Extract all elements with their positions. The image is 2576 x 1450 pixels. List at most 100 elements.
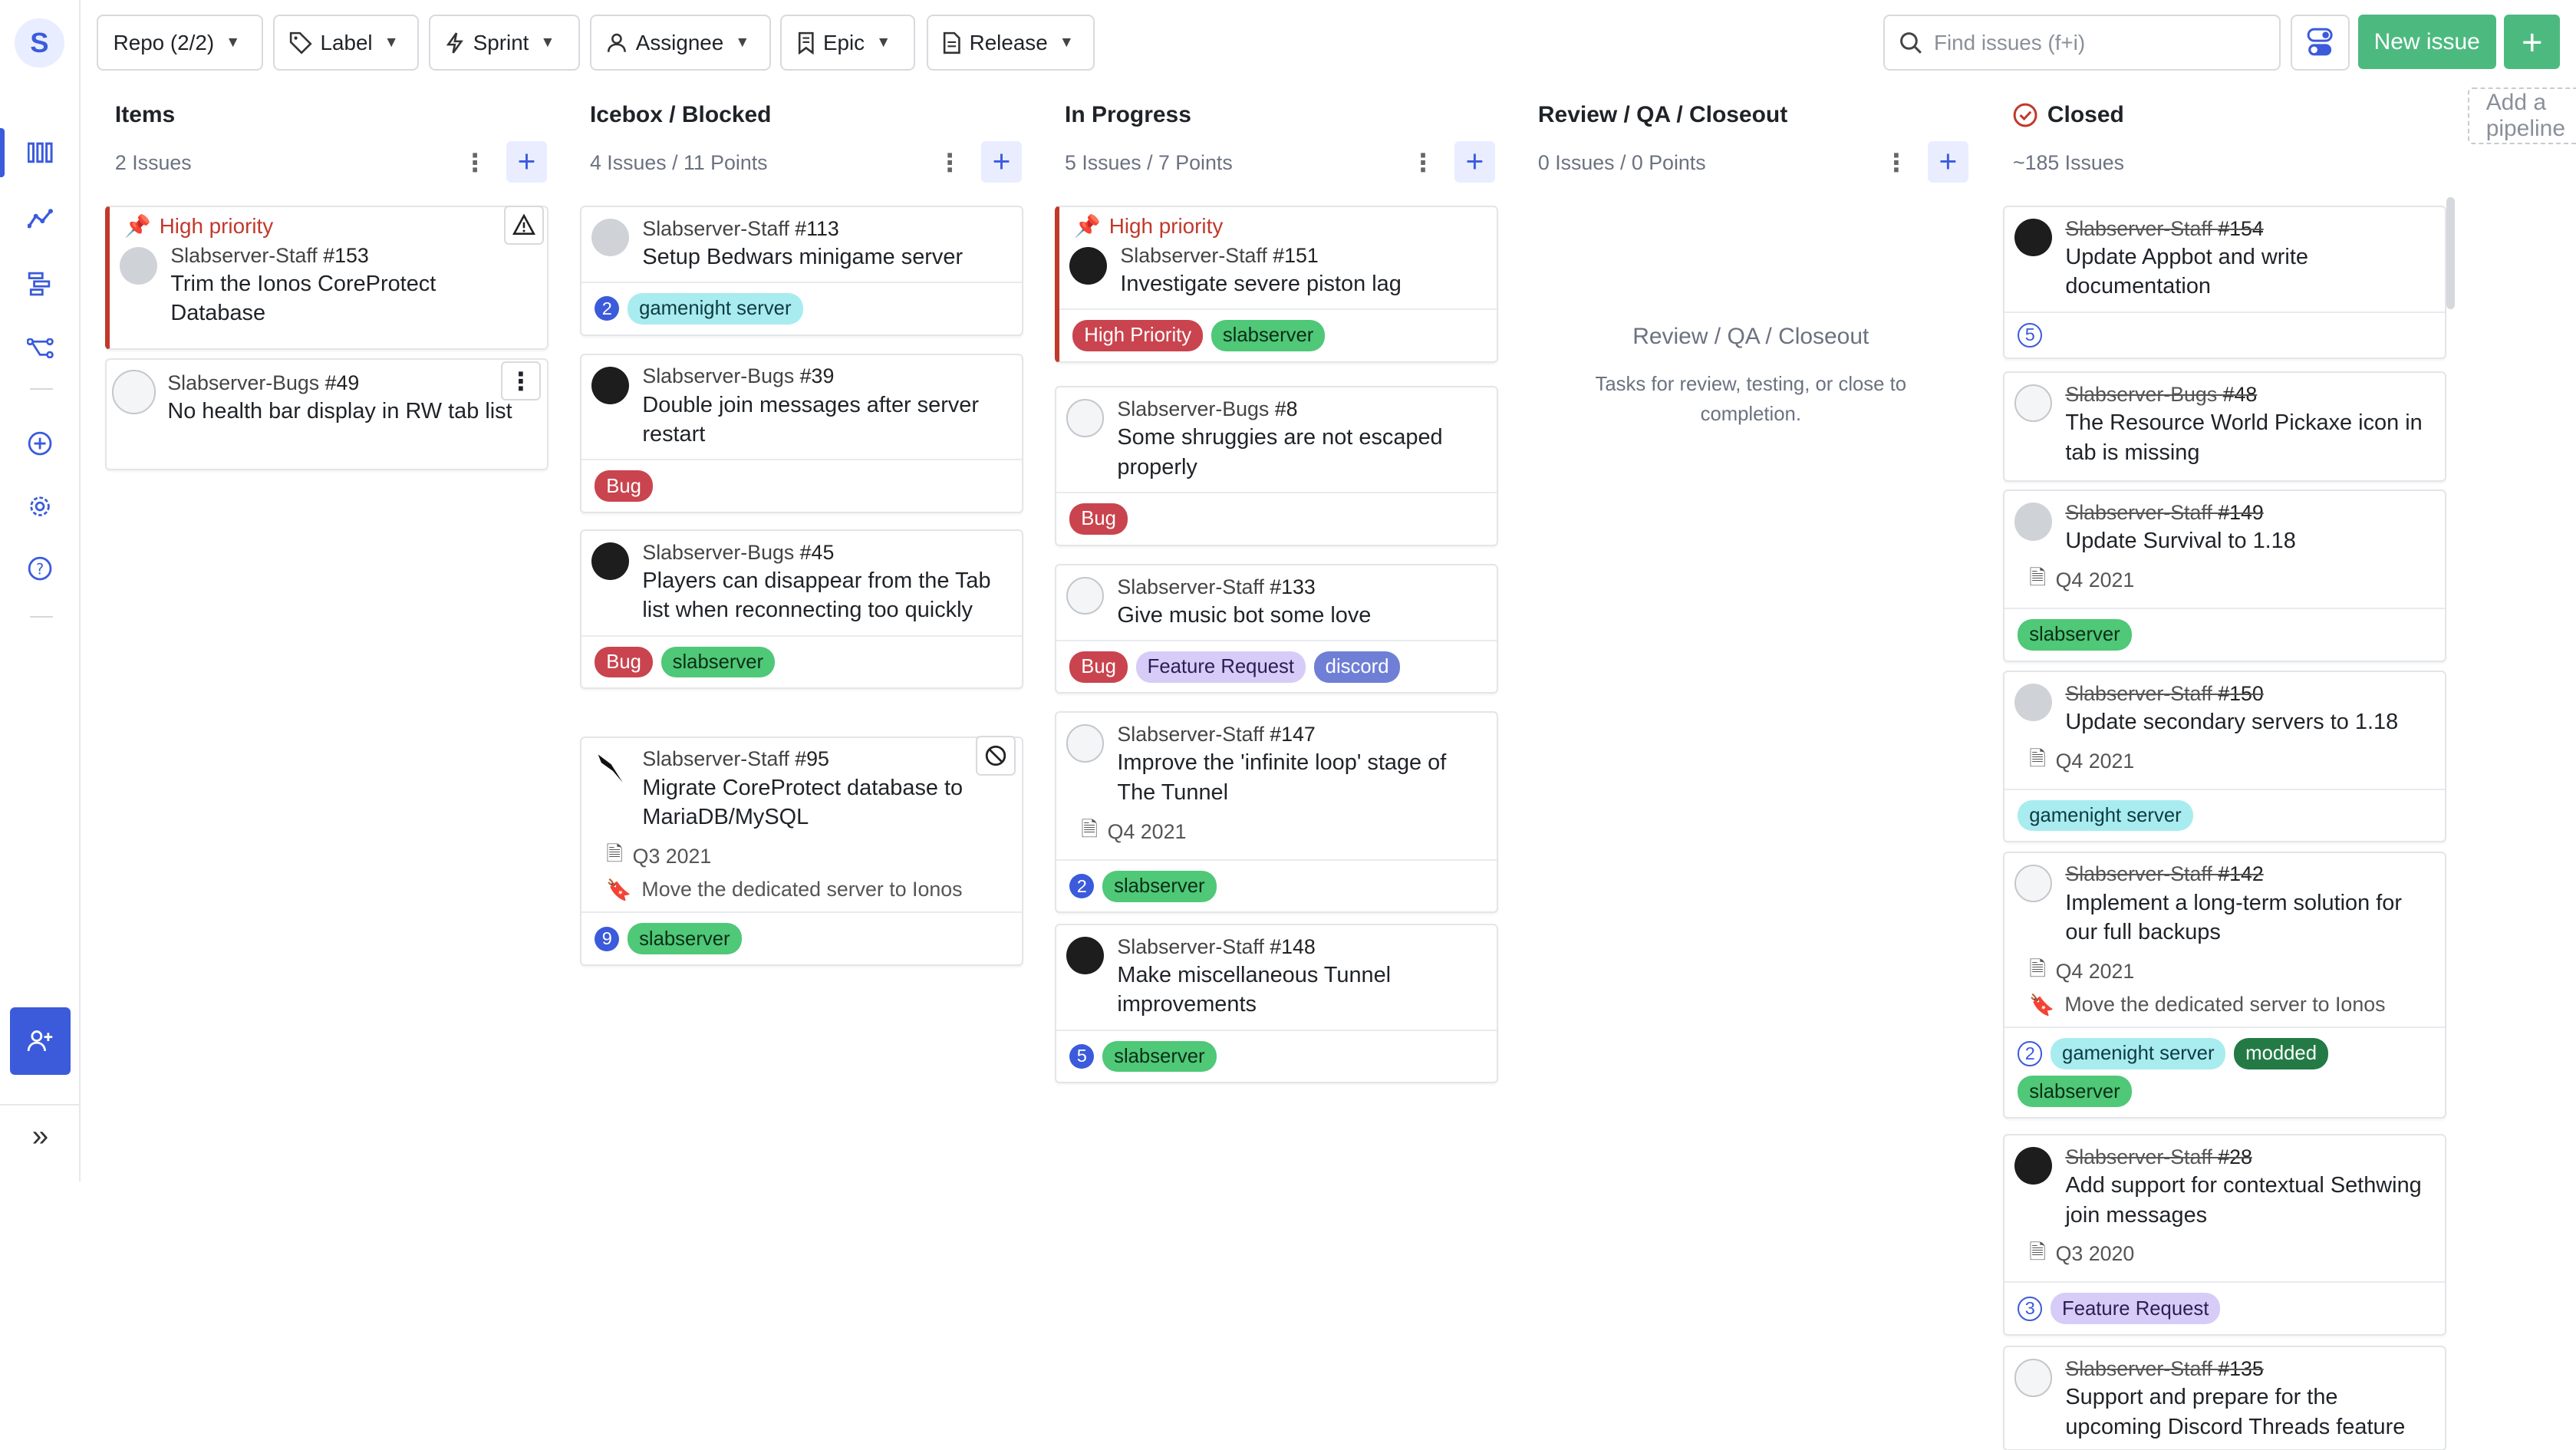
workspace-logo[interactable]: S	[15, 18, 64, 68]
pipeline-menu-icon[interactable]: ⋮	[1410, 148, 1436, 178]
issue-title[interactable]: Improve the 'infinite loop' stage of The…	[1117, 748, 1484, 807]
issue-ref[interactable]: Slabserver-Staff #149	[2065, 501, 2432, 525]
card-menu-icon[interactable]: ⋮	[501, 361, 541, 401]
issue-title[interactable]: Update secondary servers to 1.18	[2065, 707, 2432, 737]
label-badge[interactable]: Bug	[595, 470, 653, 502]
issue-card[interactable]: Slabserver-Bugs #48 The Resource World P…	[2003, 371, 2447, 483]
settings-gear-icon[interactable]	[0, 476, 81, 536]
issue-ref[interactable]: Slabserver-Staff #95	[642, 747, 1009, 771]
issue-card[interactable]: 📌 High priority Slabserver-Staff #151 Inv…	[1055, 205, 1499, 363]
new-issue-button[interactable]: New issue	[2357, 15, 2496, 69]
label-filter[interactable]: Label ▼	[272, 15, 420, 71]
label-badge[interactable]: Bug	[595, 646, 653, 678]
blocked-icon[interactable]	[976, 736, 1016, 776]
label-badge[interactable]: Bug	[1069, 651, 1128, 683]
assignee-filter[interactable]: Assignee ▼	[589, 15, 771, 71]
issue-ref[interactable]: Slabserver-Staff #133	[1117, 575, 1484, 599]
issue-title[interactable]: Migrate CoreProtect database to MariaDB/…	[642, 773, 1009, 832]
issue-title[interactable]: Investigate severe piston lag	[1120, 269, 1484, 299]
expand-sidebar-button[interactable]: »	[0, 1104, 81, 1166]
issue-card[interactable]: Slabserver-Staff #113 Setup Bedwars mini…	[580, 205, 1024, 336]
dependencies-icon[interactable]	[0, 319, 81, 378]
issue-ref[interactable]: Slabserver-Bugs #8	[1117, 397, 1484, 421]
pipeline-menu-icon[interactable]: ⋮	[462, 148, 488, 178]
issue-ref[interactable]: Slabserver-Staff #142	[2065, 862, 2432, 886]
issue-ref[interactable]: Slabserver-Staff #113	[642, 217, 1009, 241]
issue-title[interactable]: Setup Bedwars minigame server	[642, 242, 1009, 272]
issue-card[interactable]: Slabserver-Staff #149 Update Survival to…	[2003, 489, 2447, 662]
issue-ref[interactable]: Slabserver-Staff #151	[1120, 244, 1484, 268]
label-badge[interactable]: gamenight server	[2018, 799, 2193, 832]
epic-filter[interactable]: Epic ▼	[780, 15, 916, 71]
issue-card[interactable]: Slabserver-Staff #95 Migrate CoreProtect…	[580, 736, 1024, 966]
pipeline-menu-icon[interactable]: ⋮	[937, 148, 963, 178]
issue-ref[interactable]: Slabserver-Bugs #49	[167, 371, 534, 395]
issue-card[interactable]: Slabserver-Staff #147 Improve the 'infin…	[1055, 711, 1499, 914]
issue-ref[interactable]: Slabserver-Staff #147	[1117, 723, 1484, 746]
closed-column-scrollbar[interactable]	[2446, 197, 2456, 309]
view-toggle-button[interactable]	[2290, 15, 2350, 71]
label-badge[interactable]: slabserver	[2018, 619, 2132, 651]
warning-icon[interactable]	[504, 205, 544, 245]
label-badge[interactable]: slabserver	[1102, 1040, 1217, 1073]
board-icon[interactable]	[0, 124, 81, 183]
issue-card[interactable]: Slabserver-Staff #135 Support and prepar…	[2003, 1346, 2447, 1450]
issue-title[interactable]: Some shruggies are not escaped properly	[1117, 423, 1484, 482]
issue-ref[interactable]: Slabserver-Staff #148	[1117, 935, 1484, 959]
issue-card[interactable]: Slabserver-Staff #150 Update secondary s…	[2003, 670, 2447, 843]
issue-title[interactable]: No health bar display in RW tab list	[167, 397, 534, 427]
issue-ref[interactable]: Slabserver-Staff #28	[2065, 1145, 2432, 1169]
issue-ref[interactable]: Slabserver-Staff #154	[2065, 217, 2432, 241]
issue-ref[interactable]: Slabserver-Staff #150	[2065, 682, 2432, 706]
issue-title[interactable]: Double join messages after server restar…	[642, 391, 1009, 450]
add-workspace-icon[interactable]	[0, 414, 81, 473]
label-badge[interactable]: High Priority	[1072, 320, 1204, 351]
pipeline-add-button[interactable]: +	[506, 141, 548, 183]
label-badge[interactable]: gamenight server	[2051, 1038, 2226, 1069]
search-box[interactable]	[1883, 15, 2281, 71]
pipeline-menu-icon[interactable]: ⋮	[1883, 148, 1909, 178]
issue-title[interactable]: Support and prepare for the upcoming Dis…	[2065, 1382, 2432, 1442]
issue-ref[interactable]: Slabserver-Bugs #48	[2065, 383, 2432, 407]
issue-ref[interactable]: Slabserver-Staff #153	[170, 244, 534, 268]
invite-user-icon[interactable]	[9, 1007, 71, 1075]
label-badge[interactable]: discord	[1313, 651, 1401, 683]
issue-card[interactable]: Slabserver-Staff #142 Implement a long-t…	[2003, 851, 2447, 1119]
pipeline-add-button[interactable]: +	[1927, 141, 1969, 183]
issue-card[interactable]: Slabserver-Staff #154 Update Appbot and …	[2003, 205, 2447, 359]
search-input[interactable]	[1933, 30, 2263, 55]
repo-filter[interactable]: Repo (2/2) ▼	[97, 15, 263, 71]
issue-title[interactable]: Trim the Ionos CoreProtect Database	[170, 269, 534, 328]
issue-title[interactable]: Update Appbot and write documentation	[2065, 242, 2432, 302]
issue-ref[interactable]: Slabserver-Bugs #39	[642, 364, 1009, 388]
release-filter[interactable]: Release ▼	[927, 15, 1095, 71]
label-badge[interactable]: Feature Request	[2051, 1293, 2221, 1325]
issue-title[interactable]: Implement a long-term solution for our f…	[2065, 888, 2432, 947]
label-badge[interactable]: modded	[2234, 1038, 2328, 1069]
new-item-plus-button[interactable]: +	[2504, 15, 2561, 69]
pipeline-add-button[interactable]: +	[1454, 141, 1496, 183]
pipeline-add-button[interactable]: +	[980, 141, 1023, 183]
issue-title[interactable]: Add support for contextual Sethwing join…	[2065, 1171, 2432, 1230]
label-badge[interactable]: slabserver	[1102, 870, 1217, 902]
issue-card[interactable]: Slabserver-Staff #28 Add support for con…	[2003, 1133, 2447, 1336]
issue-card[interactable]: Slabserver-Staff #133 Give music bot som…	[1055, 563, 1499, 694]
issue-title[interactable]: Update Survival to 1.18	[2065, 526, 2432, 556]
issue-title[interactable]: Give music bot some love	[1117, 601, 1484, 631]
label-badge[interactable]: slabserver	[660, 646, 776, 678]
issue-ref[interactable]: Slabserver-Bugs #45	[642, 541, 1009, 565]
issue-card[interactable]: Slabserver-Bugs #49 No health bar displa…	[105, 358, 549, 470]
label-badge[interactable]: gamenight server	[628, 292, 803, 325]
issue-title[interactable]: Make miscellaneous Tunnel improvements	[1117, 961, 1484, 1020]
label-badge[interactable]: Feature Request	[1135, 651, 1306, 683]
issue-card[interactable]: 📌 High priority Slabserver-Staff #153 Tri…	[105, 205, 549, 351]
issue-title[interactable]: Players can disappear from the Tab list …	[642, 566, 1009, 625]
help-icon[interactable]: ?	[0, 539, 81, 598]
sprint-filter[interactable]: Sprint ▼	[429, 15, 581, 71]
issue-ref[interactable]: Slabserver-Staff #135	[2065, 1357, 2432, 1381]
reports-icon[interactable]	[0, 189, 81, 248]
label-badge[interactable]: Bug	[1069, 503, 1128, 535]
issue-card[interactable]: Slabserver-Bugs #39 Double join messages…	[580, 353, 1024, 513]
label-badge[interactable]: slabserver	[2018, 1076, 2132, 1108]
issue-title[interactable]: The Resource World Pickaxe icon in tab i…	[2065, 408, 2432, 467]
